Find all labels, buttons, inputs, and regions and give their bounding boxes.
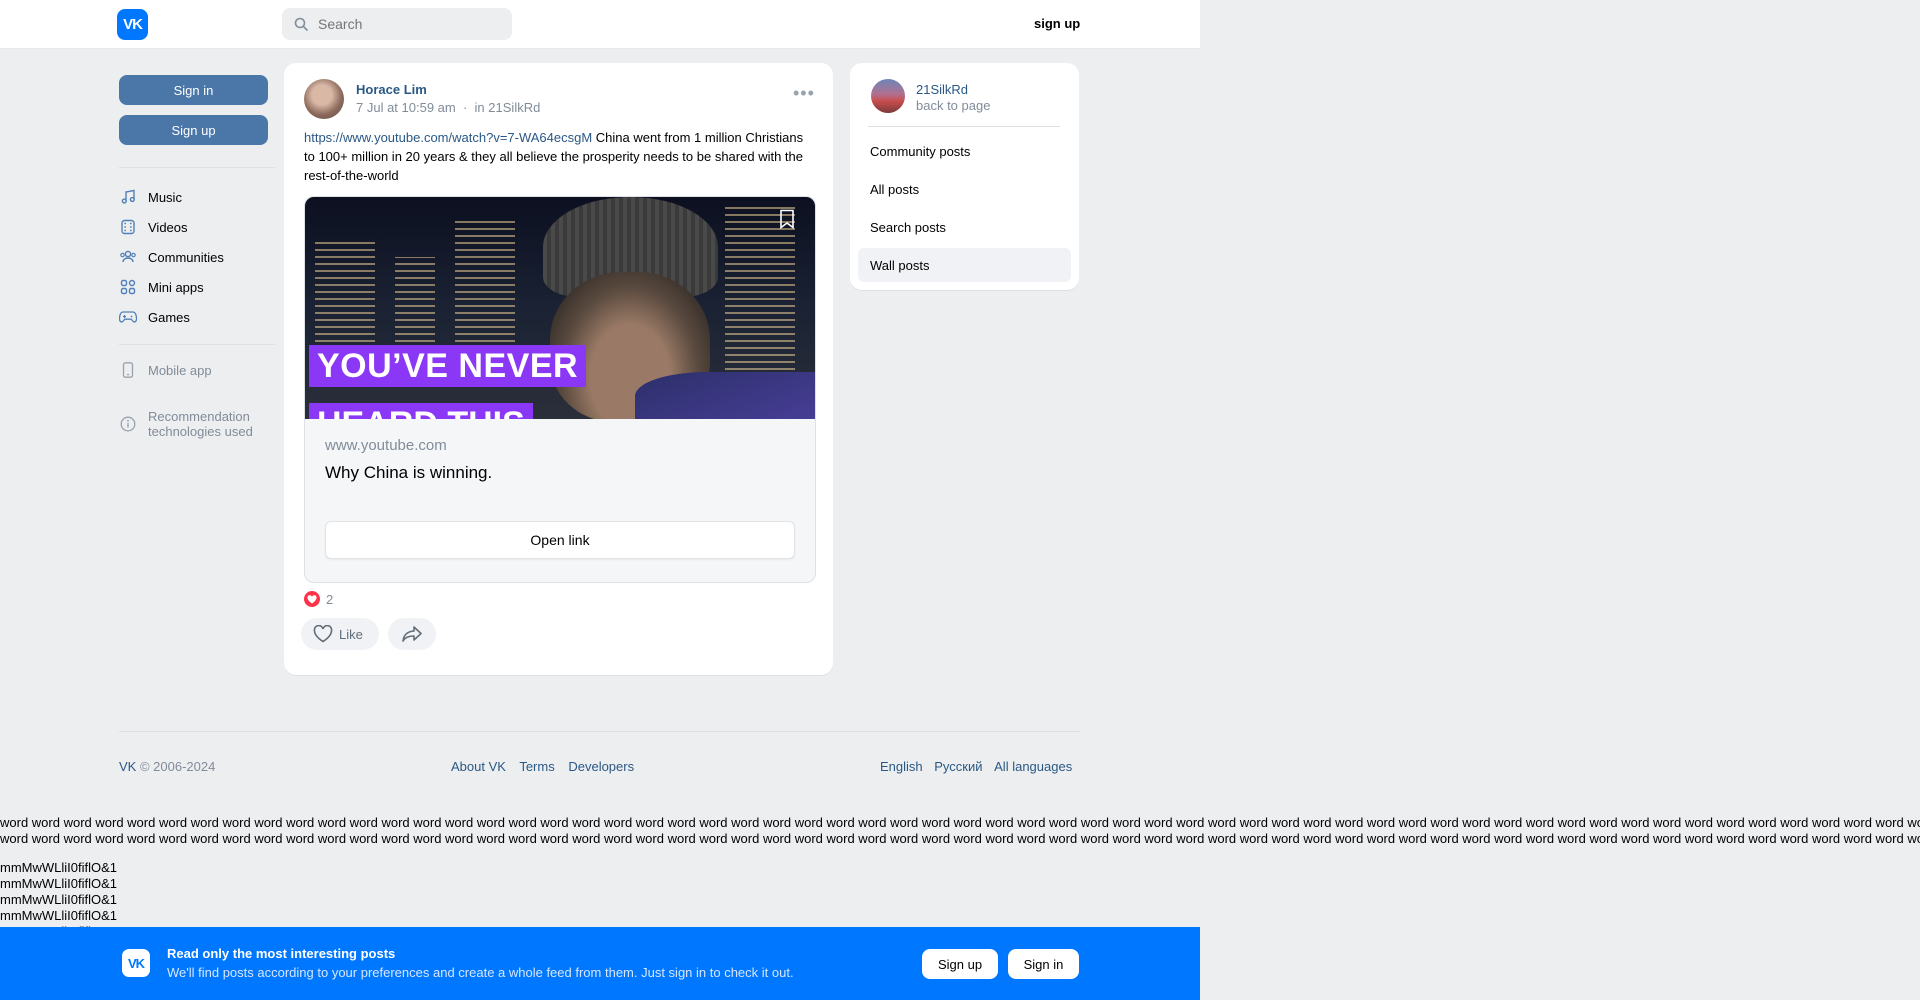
link-title[interactable]: Why China is winning.	[325, 463, 492, 483]
banner-title: Read only the most interesting posts	[167, 946, 396, 961]
side-item-community-posts[interactable]: Community posts	[858, 134, 1071, 168]
sidebar-divider	[119, 167, 275, 168]
thumbnail-banner-line-2: HEARD THIS	[309, 403, 533, 419]
language-russian[interactable]: Русский	[934, 759, 982, 774]
author-avatar[interactable]	[304, 79, 344, 119]
glyph-line: mmMwWLliI0fiflO&1	[0, 892, 118, 907]
reactions-count: 2	[326, 591, 334, 607]
video-thumbnail[interactable]: YOU’VE NEVER HEARD THIS	[305, 197, 815, 419]
post-url-link[interactable]: https://www.youtube.com/watch?v=7-WA64ec…	[304, 130, 592, 145]
side-item-wall-posts[interactable]: Wall posts	[858, 248, 1071, 282]
sidebar-item-label: Recommendation technologies used	[148, 409, 253, 439]
link-attachment[interactable]: YOU’VE NEVER HEARD THIS www.youtube.com …	[304, 196, 816, 583]
side-item-all-posts[interactable]: All posts	[858, 172, 1071, 206]
glyph-line: mmMwWLliI0fiflO&1	[0, 876, 118, 891]
share-icon	[402, 626, 422, 642]
sidebar-divider	[119, 344, 275, 345]
post-group-link[interactable]: 21SilkRd	[488, 100, 540, 115]
recommendation-line-2: technologies used	[148, 424, 253, 439]
glyph-line: mmMwWLliI0fiflO&1	[0, 860, 118, 875]
footer-vk-link[interactable]: VK	[119, 759, 136, 774]
like-label: Like	[339, 626, 363, 642]
sidebar-item-label: Games	[148, 309, 190, 325]
banner-signin-button[interactable]: Sign in	[1008, 949, 1079, 979]
footer-link-developers[interactable]: Developers	[568, 759, 634, 774]
back-to-page-link[interactable]: back to page	[916, 98, 990, 113]
filler-words-line: word word word word word word word word …	[0, 831, 1920, 846]
sidebar-item-label: Communities	[148, 249, 224, 265]
community-avatar[interactable]	[871, 79, 905, 113]
sidebar-item-label: Mobile app	[148, 362, 212, 378]
group-prefix: in	[474, 100, 485, 115]
filler-words-line: word word word word word word word word …	[0, 815, 1920, 830]
search-box[interactable]	[282, 8, 512, 40]
sidebar-item-games[interactable]: Games	[119, 308, 190, 326]
meta-separator: ·	[462, 100, 468, 115]
mini-apps-icon	[119, 278, 137, 296]
person-jacket	[635, 372, 815, 419]
like-button[interactable]: Like	[301, 618, 379, 650]
info-icon	[119, 415, 137, 433]
header-signup-link[interactable]: sign up	[1034, 16, 1080, 31]
heart-reaction-icon	[304, 591, 320, 607]
copyright-text: © 2006-2024	[136, 759, 216, 774]
sidebar-item-communities[interactable]: Communities	[119, 248, 224, 266]
share-button[interactable]	[388, 618, 436, 650]
community-side-card: 21SilkRd back to page Community posts Al…	[850, 63, 1079, 290]
heart-icon	[313, 625, 333, 643]
vk-logo[interactable]: VK	[117, 9, 148, 40]
post-card: Horace Lim 7 Jul at 10:59 am · in 21Silk…	[284, 63, 833, 675]
music-icon	[119, 188, 137, 206]
footer-links: About VK Terms Developers	[451, 759, 644, 774]
sidebar-item-videos[interactable]: Videos	[119, 218, 188, 236]
vk-logo: VK	[122, 949, 150, 977]
footer-languages: English Русский All languages	[872, 759, 1072, 774]
games-icon	[119, 308, 137, 326]
post-author[interactable]: Horace Lim	[356, 82, 427, 97]
language-english[interactable]: English	[880, 759, 923, 774]
banner-subtitle: We'll find posts according to your prefe…	[167, 965, 794, 980]
open-link-button[interactable]: Open link	[325, 521, 795, 559]
sidebar-signin-button[interactable]: Sign in	[119, 75, 268, 105]
search-icon	[294, 17, 308, 31]
footer-divider	[119, 731, 1080, 732]
banner-signup-button[interactable]: Sign up	[922, 949, 998, 979]
side-item-search-posts[interactable]: Search posts	[858, 210, 1071, 244]
link-domain: www.youtube.com	[325, 437, 447, 454]
building-light	[725, 207, 795, 377]
more-options-icon[interactable]: •••	[793, 84, 815, 102]
communities-icon	[119, 248, 137, 266]
sidebar-item-recommendations[interactable]: Recommendation technologies used	[119, 409, 253, 439]
glyph-line: mmMwWLliI0fiflO&1	[0, 908, 118, 923]
sidebar-item-mobile-app[interactable]: Mobile app	[119, 361, 212, 379]
sidebar-signup-button[interactable]: Sign up	[119, 115, 268, 145]
sidebar-item-music[interactable]: Music	[119, 188, 182, 206]
post-meta: 7 Jul at 10:59 am · in 21SilkRd	[356, 100, 540, 115]
video-icon	[119, 218, 137, 236]
community-name-link[interactable]: 21SilkRd	[916, 82, 968, 97]
footer-link-about[interactable]: About VK	[451, 759, 506, 774]
footer-copyright: VK © 2006-2024	[119, 759, 215, 774]
footer-link-terms[interactable]: Terms	[519, 759, 554, 774]
language-all[interactable]: All languages	[994, 759, 1072, 774]
search-input[interactable]	[316, 15, 500, 33]
sidebar-item-label: Mini apps	[148, 279, 204, 295]
side-divider	[868, 126, 1060, 127]
sidebar-item-mini-apps[interactable]: Mini apps	[119, 278, 204, 296]
reactions-summary[interactable]: 2	[304, 591, 333, 607]
phone-icon	[119, 361, 137, 379]
post-text: https://www.youtube.com/watch?v=7-WA64ec…	[304, 128, 814, 185]
filler-words: word word word word word word word word …	[0, 815, 1920, 847]
bookmark-icon[interactable]	[779, 209, 795, 229]
recommendation-line-1: Recommendation	[148, 409, 250, 424]
top-header: VK sign up	[0, 0, 1200, 49]
post-date[interactable]: 7 Jul at 10:59 am	[356, 100, 456, 115]
signin-promo-banner: VK Read only the most interesting posts …	[0, 927, 1200, 1000]
sidebar-item-label: Videos	[148, 219, 188, 235]
thumbnail-banner-line-1: YOU’VE NEVER	[309, 345, 587, 387]
sidebar-item-label: Music	[148, 189, 182, 205]
